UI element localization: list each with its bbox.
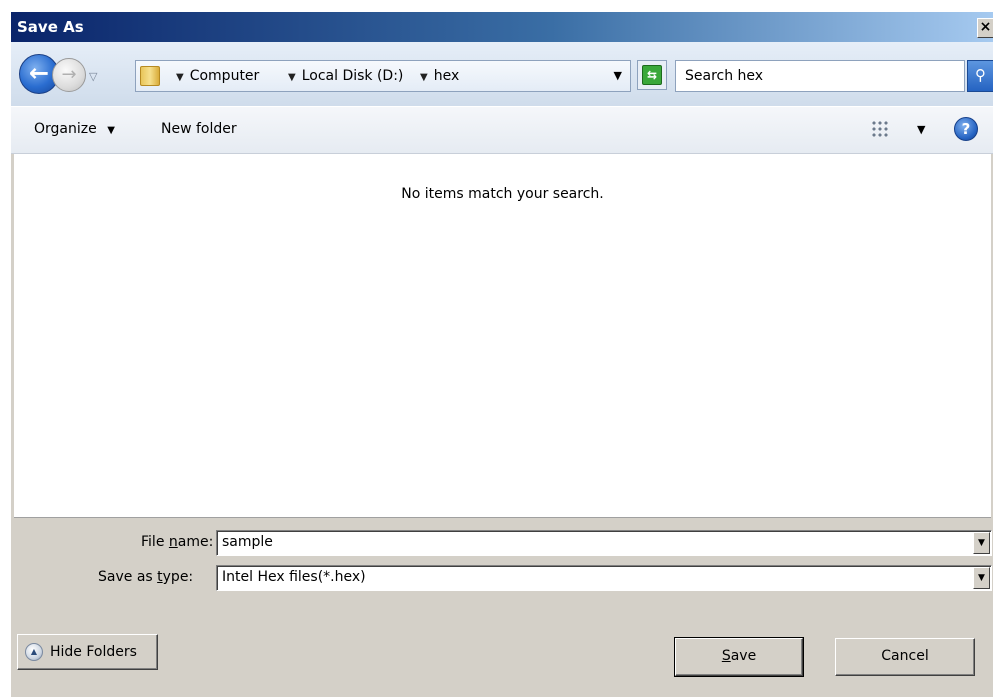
file-name-dropdown-icon[interactable]: ▼ <box>973 532 990 554</box>
view-dropdown-icon[interactable]: ▼ <box>917 123 925 136</box>
file-list-area[interactable]: No items match your search. <box>14 154 991 518</box>
address-row: ← → ▽ ▼ Computer ▼ Local Disk (D:) ▼ hex ▼ … <box>11 42 993 106</box>
file-name-label: File name: <box>141 534 214 550</box>
save-as-dialog: Save As × ← → ▽ ▼ Computer ▼ Local Disk (D… <box>10 12 993 697</box>
cancel-button[interactable]: Cancel <box>835 638 975 676</box>
recent-pages-dropdown-icon[interactable]: ▽ <box>89 70 97 83</box>
refresh-icon: ⇆ <box>642 65 662 85</box>
hide-folders-button[interactable]: ▲ Hide Folders <box>17 634 158 670</box>
refresh-button[interactable]: ⇆ <box>637 60 667 90</box>
folder-icon <box>140 66 160 86</box>
save-button[interactable]: Save <box>674 637 804 677</box>
breadcrumb-local-disk[interactable]: ▼ Local Disk (D:) <box>288 68 403 84</box>
title-bar: Save As × <box>11 12 993 42</box>
command-toolbar: Organize ▼ New folder ▼ ? <box>11 106 993 154</box>
view-options-icon[interactable] <box>871 120 889 138</box>
file-name-field[interactable]: sample ▼ <box>216 530 992 556</box>
chevron-down-icon: ▼ <box>107 125 115 136</box>
save-type-label: Save as type: <box>98 569 194 585</box>
new-folder-button[interactable]: New folder <box>161 121 237 137</box>
chevron-down-icon: ▼ <box>176 72 184 83</box>
search-placeholder: Search hex <box>685 68 764 84</box>
close-button[interactable]: × <box>977 18 993 38</box>
save-type-dropdown-icon[interactable]: ▼ <box>973 567 990 589</box>
window-title: Save As <box>17 18 84 36</box>
file-name-value: sample <box>222 534 273 550</box>
save-type-select[interactable]: Intel Hex files(*.hex) ▼ <box>216 565 992 591</box>
chevron-down-icon: ▼ <box>420 72 428 83</box>
organize-button[interactable]: Organize ▼ <box>34 121 115 137</box>
chevron-down-icon: ▼ <box>288 72 296 83</box>
back-arrow-icon: ← <box>28 59 50 87</box>
chevron-up-icon: ▲ <box>25 643 43 661</box>
hide-folders-label: Hide Folders <box>50 644 137 660</box>
save-type-value: Intel Hex files(*.hex) <box>222 569 366 585</box>
search-input[interactable]: Search hex <box>675 60 965 92</box>
breadcrumb-hex[interactable]: ▼ hex <box>420 68 459 84</box>
search-icon: ⚲ <box>975 66 986 84</box>
help-icon[interactable]: ? <box>954 117 978 141</box>
forward-arrow-icon: → <box>61 64 77 85</box>
address-dropdown-icon[interactable]: ▼ <box>614 69 622 82</box>
forward-button[interactable]: → <box>52 58 86 92</box>
address-bar[interactable]: ▼ Computer ▼ Local Disk (D:) ▼ hex ▼ <box>135 60 631 92</box>
breadcrumb-computer[interactable]: ▼ Computer <box>176 68 259 84</box>
empty-message: No items match your search. <box>401 186 604 202</box>
search-button[interactable]: ⚲ <box>967 60 993 92</box>
